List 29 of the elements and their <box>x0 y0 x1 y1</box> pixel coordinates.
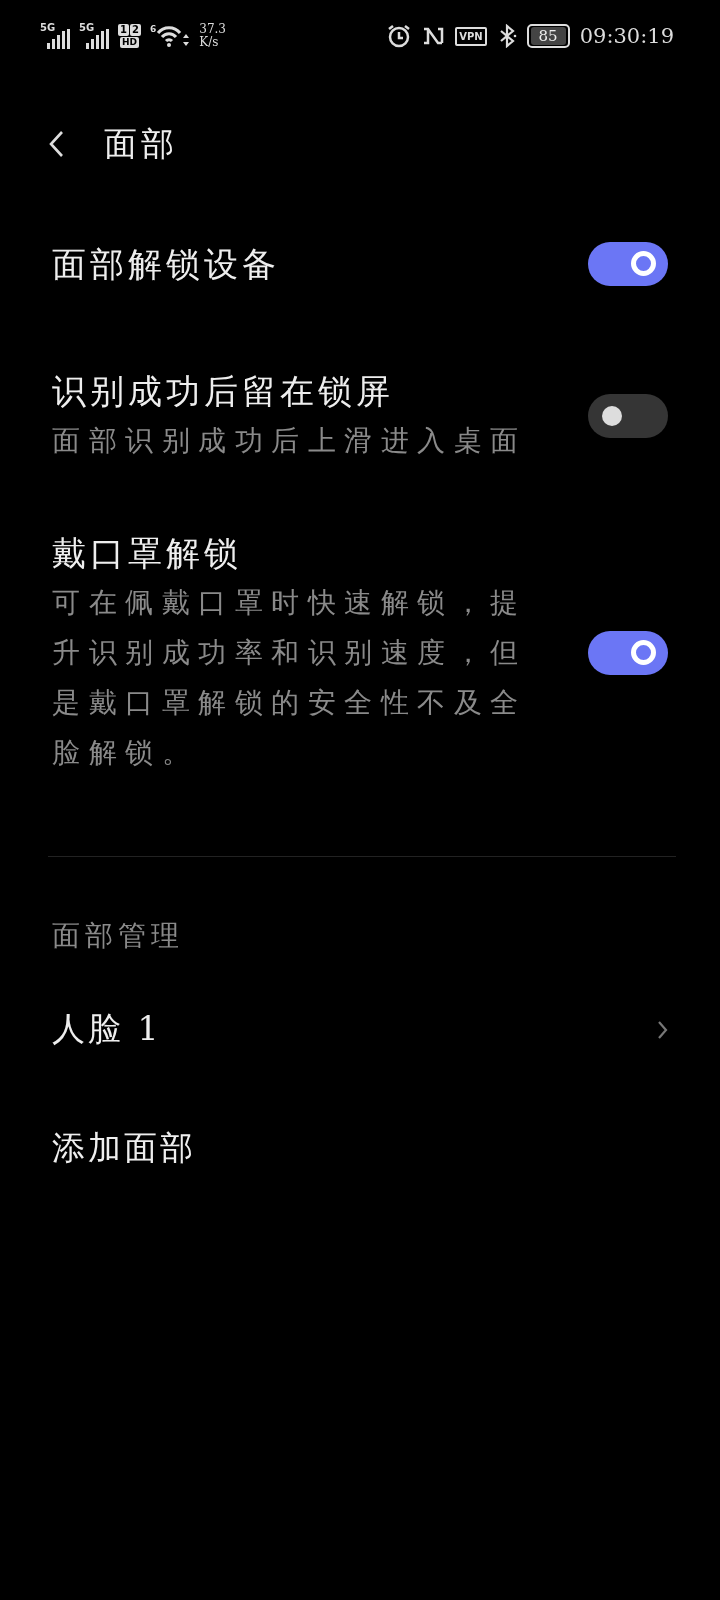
sim-number: 2 <box>130 24 141 36</box>
signal-icon <box>86 29 109 49</box>
chevron-right-icon <box>657 1019 668 1040</box>
signal-icon <box>47 29 70 49</box>
page-title: 面部 <box>104 122 178 165</box>
list-item[interactable]: 人脸 1 <box>0 983 720 1076</box>
wifi-icon <box>156 24 191 48</box>
network-label: 5G <box>40 23 56 33</box>
alarm-icon <box>387 24 412 48</box>
setting-description: 面部识别成功后上滑进入桌面 <box>52 423 528 459</box>
status-time: 09:30:19 <box>579 24 674 48</box>
vpn-badge: VPN <box>455 26 487 46</box>
network-label: 5G <box>79 23 95 33</box>
setting-title: 识别成功后留在锁屏 <box>52 370 395 413</box>
sim-number: 1 <box>118 24 129 36</box>
back-icon <box>48 130 64 158</box>
wifi-label: 6 <box>150 24 157 34</box>
toggle-switch[interactable] <box>588 631 668 675</box>
setting-title: 戴口罩解锁 <box>52 532 243 575</box>
speed-text: 37.3 <box>199 23 226 36</box>
hd-label: HD <box>120 37 139 48</box>
setting-description: 可在佩戴口罩时快速解锁，提升识别成功率和识别速度，但是戴口罩解锁的安全性不及全脸解锁。 <box>52 585 528 771</box>
battery-level: 85 <box>530 27 566 45</box>
toggle-switch[interactable] <box>588 242 668 286</box>
list-item[interactable]: 添加面部 <box>0 1102 720 1195</box>
speed-text: K/s <box>199 36 220 49</box>
section-header: 面部管理 <box>52 918 185 954</box>
setting-title: 面部解锁设备 <box>52 243 281 286</box>
toggle-switch[interactable] <box>588 394 668 438</box>
